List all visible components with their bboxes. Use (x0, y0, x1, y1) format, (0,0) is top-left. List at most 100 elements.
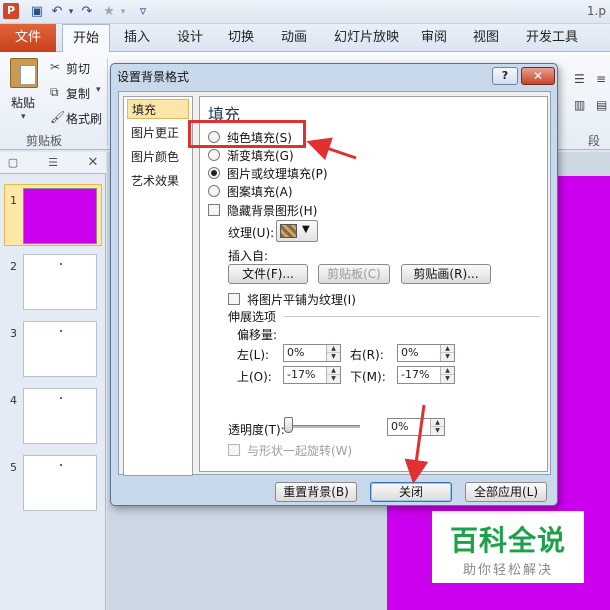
checkbox[interactable] (228, 444, 240, 456)
nav-item-artistic-effects[interactable]: 艺术效果 (127, 171, 189, 191)
format-background-dialog: 设置背景格式 ? ✕ 填充 图片更正 图片颜色 艺术效果 填充 纯色填充(S) … (110, 63, 558, 506)
transparency-slider-track[interactable] (286, 425, 360, 428)
offset-bottom-stepper[interactable]: -17% ▲ ▼ (397, 366, 455, 384)
radio-button-selected[interactable] (208, 167, 220, 179)
offset-top-stepper[interactable]: -17% ▲ ▼ (283, 366, 341, 384)
spin-down-icon[interactable]: ▼ (441, 353, 454, 361)
section-divider (284, 316, 540, 317)
slide-thumbnail-3[interactable] (23, 321, 97, 377)
nav-item-picture-corrections[interactable]: 图片更正 (127, 123, 189, 143)
offset-right-stepper[interactable]: 0% ▲ ▼ (397, 344, 455, 362)
tab-animations[interactable]: 动画 (281, 24, 307, 52)
spin-up-icon[interactable]: ▲ (431, 419, 444, 427)
offset-left-stepper[interactable]: 0% ▲ ▼ (283, 344, 341, 362)
slide-placeholder-dot (60, 397, 62, 399)
texture-label: 纹理(U): (228, 226, 275, 240)
spin-up-icon[interactable]: ▲ (327, 367, 340, 375)
save-icon[interactable]: ▣ (28, 3, 46, 21)
dialog-title: 设置背景格式 (117, 70, 190, 84)
customize-toolbar-icon[interactable]: ▿ (134, 3, 152, 21)
spin-down-icon[interactable]: ▼ (327, 353, 340, 361)
spin-down-icon[interactable]: ▼ (431, 427, 444, 435)
radio-button[interactable] (208, 185, 220, 197)
checkbox[interactable] (208, 204, 220, 216)
spin-down-icon[interactable]: ▼ (441, 375, 454, 383)
spin-down-icon[interactable]: ▼ (327, 375, 340, 383)
copy-dropdown-icon[interactable]: ▾ (96, 85, 101, 95)
star-dropdown-icon[interactable]: ▾ (114, 3, 132, 21)
tab-slideshow[interactable]: 幻灯片放映 (334, 24, 399, 52)
tab-design[interactable]: 设计 (177, 24, 203, 52)
help-button[interactable]: ? (492, 67, 518, 85)
cut-button[interactable]: 剪切 (66, 60, 90, 77)
file-button[interactable]: 文件(F)... (228, 264, 308, 284)
slide-thumbnail-1[interactable] (23, 188, 97, 244)
slide-thumbnail-2[interactable] (23, 254, 97, 310)
texture-dropdown[interactable]: ▼ (276, 220, 318, 242)
annotation-highlight-box (188, 120, 306, 148)
checkbox-label: 将图片平铺为纹理(I) (247, 293, 356, 307)
redo-icon[interactable]: ↷ (78, 3, 96, 21)
fill-panel: 填充 纯色填充(S) 渐变填充(G) 图片或纹理填充(P) 图案填充(A) 隐藏… (199, 96, 548, 472)
tab-home[interactable]: 开始 (62, 24, 111, 53)
close-icon[interactable]: ✕ (521, 67, 555, 85)
nav-item-fill[interactable]: 填充 (127, 99, 189, 119)
transparency-slider-thumb[interactable] (284, 417, 293, 433)
close-button[interactable]: 关闭 (370, 482, 452, 502)
nav-item-picture-color[interactable]: 图片颜色 (127, 147, 189, 167)
checkbox[interactable] (228, 293, 240, 305)
ribbon-separator (107, 58, 108, 146)
slide-thumbnail-5[interactable] (23, 455, 97, 511)
watermark-subtitle: 助你轻松解决 (462, 563, 553, 578)
paste-button[interactable]: 粘贴 (11, 94, 35, 111)
apply-to-all-button[interactable]: 全部应用(L) (465, 482, 547, 502)
spin-up-icon[interactable]: ▲ (441, 367, 454, 375)
paste-icon[interactable] (10, 58, 38, 88)
reset-background-button[interactable]: 重置背景(B) (275, 482, 357, 502)
spin-up-icon[interactable]: ▲ (327, 345, 340, 353)
format-painter-icon[interactable]: 🖌 (50, 110, 65, 124)
tab-review[interactable]: 审阅 (421, 24, 447, 52)
stepper-value: -17% (287, 368, 316, 381)
stepper-value: 0% (401, 346, 419, 359)
stepper-buttons: ▲ ▼ (326, 367, 340, 383)
radio-label: 图案填充(A) (227, 185, 293, 199)
tab-developer[interactable]: 开发工具 (526, 24, 578, 52)
clipart-button[interactable]: 剪贴画(R)... (401, 264, 491, 284)
tab-transitions[interactable]: 切换 (228, 24, 254, 52)
list-icon[interactable]: ☰ (574, 72, 585, 86)
stepper-buttons: ▲ ▼ (440, 367, 454, 383)
justify-icon[interactable]: ▥ (574, 98, 585, 112)
slide-thumbnail-pane: ▢ ☰ ✕ 1 2 3 4 5 (0, 152, 106, 610)
slide-thumbnail-4[interactable] (23, 388, 97, 444)
paste-dropdown-icon[interactable]: ▾ (21, 112, 26, 122)
tab-file[interactable]: 文件 (0, 24, 56, 52)
stepper-buttons: ▲ ▼ (326, 345, 340, 361)
outline-tab-icon[interactable]: ☰ (46, 156, 60, 170)
stepper-value: 0% (391, 420, 409, 433)
radio-label: 图片或纹理填充(P) (227, 167, 328, 181)
clipboard-button[interactable]: 剪贴板(C) (318, 264, 390, 284)
columns-icon[interactable]: ▤ (596, 98, 607, 112)
dialog-body: 填充 图片更正 图片颜色 艺术效果 填充 纯色填充(S) 渐变填充(G) 图片或… (118, 91, 551, 476)
watermark: 百科全说 助你轻松解决 (432, 511, 584, 583)
transparency-stepper[interactable]: 0% ▲ ▼ (387, 418, 445, 436)
copy-button[interactable]: 复制 (66, 85, 90, 102)
align-icon[interactable]: ≡ (596, 72, 606, 86)
title-bar: P ▣ ↶ ▾ ↷ ★ ▾ ▿ 1.p (0, 0, 610, 24)
copy-icon[interactable]: ⧉ (50, 85, 59, 100)
close-pane-icon[interactable]: ✕ (86, 156, 100, 170)
slides-tab-icon[interactable]: ▢ (6, 156, 20, 170)
format-painter-button[interactable]: 格式刷 (66, 110, 102, 127)
radio-button[interactable] (208, 149, 220, 161)
checkbox-label: 隐藏背景图形(H) (227, 204, 318, 218)
offset-bottom-label: 下(M): (350, 370, 386, 384)
scissors-icon[interactable]: ✂ (50, 60, 60, 74)
radio-label: 渐变填充(G) (227, 149, 294, 163)
powerpoint-app-icon[interactable]: P (3, 3, 19, 19)
stepper-value: 0% (287, 346, 305, 359)
spin-up-icon[interactable]: ▲ (441, 345, 454, 353)
tab-insert[interactable]: 插入 (124, 24, 150, 52)
document-title: 1.p (586, 4, 606, 18)
tab-view[interactable]: 视图 (473, 24, 499, 52)
